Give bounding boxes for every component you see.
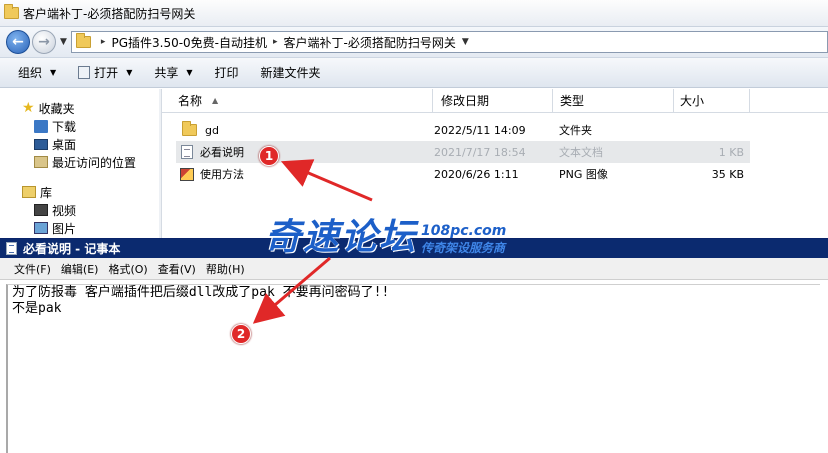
menu-file[interactable]: 文件(F)	[14, 261, 51, 277]
nav-item-libraries[interactable]: 库	[0, 183, 161, 201]
notepad-menu-bar: 文件(F) 编辑(E) 格式(O) 查看(V) 帮助(H)	[0, 258, 828, 280]
open-file-icon	[78, 66, 91, 79]
text-line: 不是pak	[12, 301, 62, 316]
sort-ascending-icon: ▲	[212, 96, 219, 105]
organize-label: 组织	[18, 66, 43, 80]
notepad-window: 必看说明 - 记事本 文件(F) 编辑(E) 格式(O) 查看(V) 帮助(H)…	[0, 238, 828, 453]
file-row-usage[interactable]: 使用方法 2020/6/26 1:11 PNG 图像 35 KB	[176, 163, 750, 185]
library-icon	[22, 186, 36, 198]
nav-item-downloads[interactable]: 下载	[0, 117, 161, 135]
nav-label: 最近访问的位置	[52, 155, 137, 170]
nav-item-recent[interactable]: 最近访问的位置	[0, 153, 161, 171]
file-type: 文本文档	[559, 146, 603, 159]
share-label: 共享	[154, 66, 179, 80]
explorer-title-bar[interactable]: 客户端补丁-必须搭配防扫号网关	[0, 0, 828, 27]
png-file-icon	[180, 167, 194, 181]
file-name: 使用方法	[200, 168, 244, 181]
file-date: 2022/5/11 14:09	[434, 123, 526, 137]
notepad-title-bar[interactable]: 必看说明 - 记事本	[0, 239, 828, 258]
explorer-title: 客户端补丁-必须搭配防扫号网关	[23, 6, 196, 21]
column-header-date[interactable]: 修改日期	[433, 89, 553, 112]
menu-edit[interactable]: 编辑(E)	[61, 261, 99, 277]
chevron-down-icon: ▼	[186, 68, 193, 77]
notepad-title: 必看说明 - 记事本	[23, 242, 121, 256]
desktop-icon	[34, 138, 48, 150]
column-label: 名称	[178, 94, 203, 108]
folder-icon	[182, 121, 197, 136]
column-label: 大小	[680, 94, 705, 108]
column-label: 修改日期	[441, 94, 490, 108]
recent-pages-chevron-icon[interactable]: ▼	[60, 37, 67, 47]
folder-icon	[75, 33, 91, 48]
nav-item-videos[interactable]: 视频	[0, 201, 161, 219]
open-button[interactable]: 打开 ▼	[78, 64, 132, 81]
file-name: gd	[205, 123, 219, 137]
address-bar-row: ← → ▼ ▸ PG插件3.50-0免费-自动挂机 ▸ 客户端补丁-必须搭配防扫…	[0, 27, 828, 58]
forward-button[interactable]: →	[32, 30, 56, 54]
back-button[interactable]: ←	[6, 30, 30, 54]
nav-item-favorites[interactable]: ★ 收藏夹	[0, 99, 161, 117]
arrow-right-icon: →	[38, 34, 50, 50]
star-icon: ★	[22, 100, 35, 116]
nav-item-desktop[interactable]: 桌面	[0, 135, 161, 153]
file-date: 2021/7/17 18:54	[434, 145, 526, 159]
breadcrumb-separator-icon[interactable]: ▸	[273, 37, 278, 47]
nav-label: 图片	[52, 221, 77, 236]
open-label: 打开	[94, 66, 119, 80]
file-name: 必看说明	[200, 146, 244, 159]
column-header-size[interactable]: 大小	[674, 89, 750, 112]
breadcrumb-item-parent[interactable]: PG插件3.50-0免费-自动挂机	[111, 34, 267, 51]
organize-button[interactable]: 组织 ▼	[18, 64, 56, 81]
column-header-type[interactable]: 类型	[553, 89, 674, 112]
nav-item-pictures[interactable]: 图片	[0, 219, 161, 237]
notepad-text-area[interactable]: 为了防报毒 客户端插件把后缀dll改成了pak 不要再问密码了!! 不是pak	[6, 284, 820, 453]
new-folder-button[interactable]: 新建文件夹	[261, 64, 321, 81]
print-button[interactable]: 打印	[215, 64, 239, 81]
navigation-pane[interactable]: ★ 收藏夹 下载 桌面 最近访问的位置 库 视频 图片	[0, 89, 162, 240]
breadcrumb-dropdown-icon[interactable]: ▼	[462, 37, 469, 47]
nav-label: 视频	[52, 203, 77, 218]
folder-icon	[4, 4, 19, 19]
file-date: 2020/6/26 1:11	[434, 167, 519, 181]
column-header-name[interactable]: 名称 ▲	[162, 89, 433, 112]
file-list: 名称 ▲ 修改日期 类型 大小 gd 2022/5/11 14:09 文件夹 必…	[162, 89, 828, 240]
breadcrumb-item-current[interactable]: 客户端补丁-必须搭配防扫号网关	[284, 34, 456, 51]
nav-label: 桌面	[52, 137, 77, 152]
pictures-library-icon	[34, 222, 48, 234]
explorer-body: ★ 收藏夹 下载 桌面 最近访问的位置 库 视频 图片 名称 ▲ 修改日期 类型…	[0, 89, 828, 240]
file-row-gd[interactable]: gd 2022/5/11 14:09 文件夹	[176, 119, 750, 141]
nav-label: 下载	[52, 119, 77, 134]
column-header-row: 名称 ▲ 修改日期 类型 大小	[162, 89, 828, 113]
address-bar[interactable]: ▸ PG插件3.50-0免费-自动挂机 ▸ 客户端补丁-必须搭配防扫号网关 ▼	[70, 31, 828, 53]
file-type: PNG 图像	[559, 168, 608, 181]
file-size: 1 KB	[718, 145, 744, 159]
menu-format[interactable]: 格式(O)	[108, 261, 147, 277]
menu-view[interactable]: 查看(V)	[158, 261, 196, 277]
chevron-down-icon: ▼	[50, 68, 57, 77]
menu-help[interactable]: 帮助(H)	[206, 261, 245, 277]
breadcrumb-separator-icon[interactable]: ▸	[101, 37, 106, 47]
new-folder-label: 新建文件夹	[260, 66, 321, 80]
file-size: 35 KB	[711, 167, 744, 181]
nav-label: 库	[40, 185, 53, 200]
text-line: 为了防报毒 客户端插件把后缀dll改成了pak 不要再问密码了!!	[12, 285, 390, 300]
video-library-icon	[34, 204, 48, 216]
file-row-readme[interactable]: 必看说明 2021/7/17 18:54 文本文档 1 KB	[176, 141, 750, 163]
downloads-folder-icon	[34, 119, 48, 133]
arrow-left-icon: ←	[12, 34, 24, 50]
share-button[interactable]: 共享 ▼	[154, 64, 192, 81]
nav-pane-splitter[interactable]	[159, 89, 161, 240]
recent-places-icon	[34, 156, 48, 168]
nav-label: 收藏夹	[38, 101, 75, 116]
print-label: 打印	[214, 66, 239, 80]
explorer-toolbar: 组织 ▼ 打开 ▼ 共享 ▼ 打印 新建文件夹	[0, 58, 828, 88]
column-label: 类型	[560, 94, 585, 108]
text-file-icon	[181, 145, 193, 159]
file-type: 文件夹	[559, 124, 592, 137]
chevron-down-icon: ▼	[126, 68, 133, 77]
notepad-icon	[6, 242, 17, 255]
explorer-window: 客户端补丁-必须搭配防扫号网关 ← → ▼ ▸ PG插件3.50-0免费-自动挂…	[0, 0, 828, 240]
